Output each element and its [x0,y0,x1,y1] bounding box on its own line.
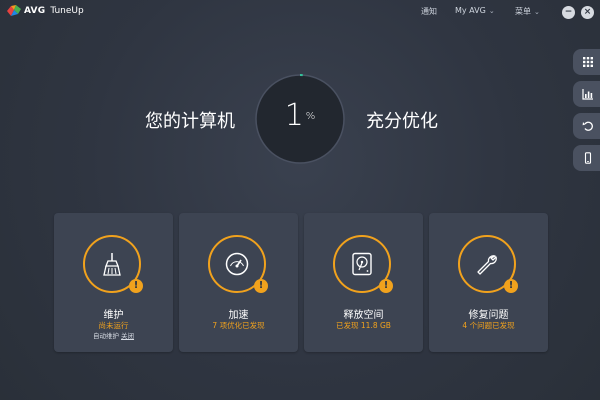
wrench-icon [477,255,497,275]
main-menu[interactable]: 菜单 ⌄ [515,6,540,17]
my-avg-menu[interactable]: My AVG ⌄ [455,6,495,15]
card-title: 释放空间 [343,310,384,321]
card-free-up-space[interactable]: ! 释放空间 已发现 11.8 GB [304,213,423,352]
card-title: 修复问题 [468,310,509,321]
notifications-label: 通知 [421,7,437,16]
bar-chart-icon [582,89,593,100]
card-fix-problems[interactable]: ! 修复问题 4 个问题已发现 [429,213,548,352]
mobile-button[interactable] [573,145,600,171]
app-window: AVG TuneUp 通知 My AVG ⌄ 菜单 ⌄ − × 您的计算机 1 … [0,0,600,400]
card-title: 加速 [228,310,249,321]
alert-badge: ! [379,279,393,293]
alert-badge: ! [504,279,518,293]
product-name: TuneUp [50,6,84,16]
percent-unit: % [305,111,316,122]
minimize-button[interactable]: − [562,6,575,19]
card-speed-up[interactable]: ! 加速 7 项优化已发现 [179,213,298,352]
broom-icon [103,253,121,276]
optimization-number: 1 [284,98,304,133]
alert-badge: ! [254,279,268,293]
close-button[interactable]: × [581,6,594,19]
app-logo: AVG TuneUp [7,5,84,17]
main-menu-label: 菜单 [515,7,531,16]
notifications-link[interactable]: 通知 [421,6,437,17]
hard-drive-icon [352,252,372,276]
brand-name: AVG [24,6,46,16]
close-icon: × [583,7,592,17]
undo-icon [582,121,593,131]
headline-suffix: 充分优化 [366,111,438,132]
auto-maintenance-label: 自动维护 [92,332,119,340]
apps-grid-button[interactable] [573,49,600,75]
alert-badge: ! [129,279,143,293]
my-avg-label: My AVG [455,6,486,15]
card-maintenance[interactable]: ! 维护 尚未运行 自动维护 关闭 [54,213,173,352]
grid-icon [583,57,593,67]
card-title: 维护 [103,310,124,321]
statistics-button[interactable] [573,81,600,107]
rescue-center-button[interactable] [573,113,600,139]
chevron-down-icon: ⌄ [534,7,540,16]
headline-prefix: 您的计算机 [145,111,235,132]
chevron-down-icon: ⌄ [488,6,495,15]
card-status: 4 个问题已发现 [462,321,515,330]
minimize-icon: − [564,7,573,17]
avg-logo-icon [7,5,21,16]
auto-maintenance-toggle-link[interactable]: 关闭 [121,332,134,340]
auto-maintenance-line: 自动维护 关闭 [54,330,173,340]
mobile-icon [584,152,592,164]
card-status: 7 项优化已发现 [212,321,265,330]
speedometer-icon [225,252,249,276]
title-bar: AVG TuneUp 通知 My AVG ⌄ 菜单 ⌄ − × [0,0,600,24]
optimization-value: 1% [254,98,346,133]
card-status: 已发现 11.8 GB [336,321,391,330]
